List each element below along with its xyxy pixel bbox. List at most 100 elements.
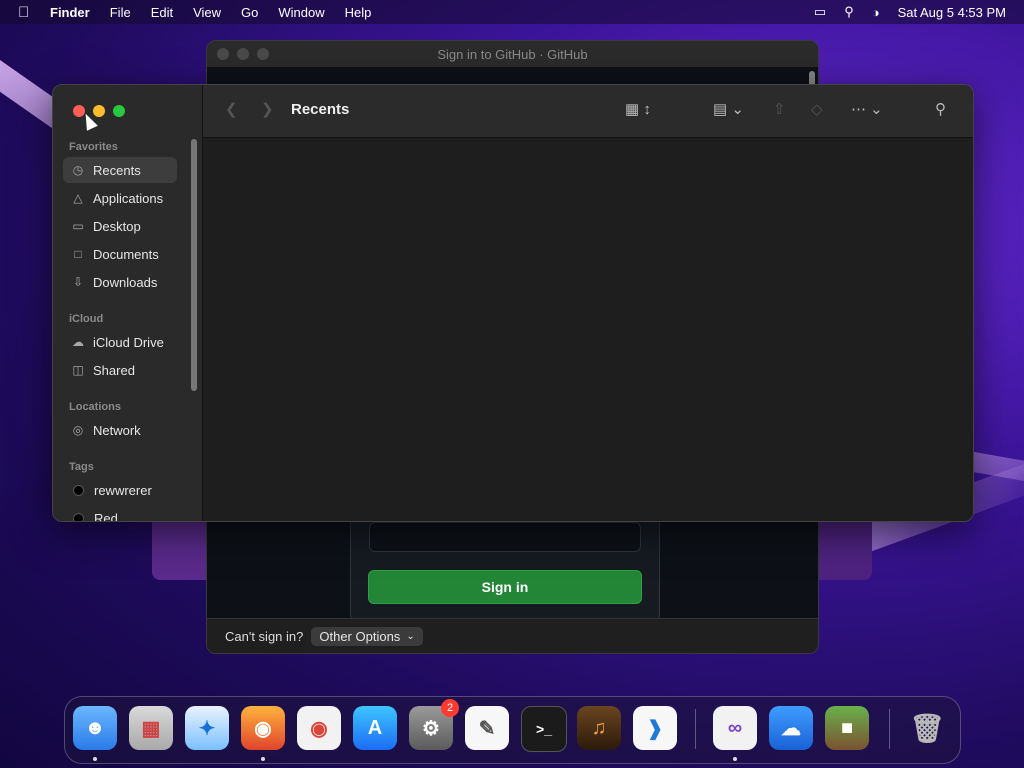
other-options-label: Other Options bbox=[319, 628, 401, 644]
clock-icon: ◷ bbox=[72, 163, 84, 177]
sidebar-header-tags: Tags bbox=[69, 461, 94, 473]
view-mode-grid-icon[interactable]: ▦ ↕ bbox=[625, 100, 651, 118]
search-icon[interactable]: ⚲ bbox=[935, 100, 946, 118]
share-icon[interactable]: ⇧ bbox=[773, 100, 786, 118]
finder-toolbar: ❮ ❯ Recents ▦ ↕ ▤ ⌄ ⇧ ◇ ⋯ ⌄ ⚲ bbox=[203, 85, 973, 138]
apple-menu-icon[interactable]:  bbox=[18, 4, 36, 21]
sidebar-header-locations: Locations bbox=[69, 401, 121, 413]
firefox-icon[interactable]: ◉ bbox=[241, 706, 285, 750]
github-window-title: Sign in to GitHub · GitHub bbox=[437, 46, 588, 62]
garageband-icon[interactable]: ♫ bbox=[577, 706, 621, 750]
running-indicator bbox=[261, 757, 265, 761]
finder-sidebar: Favorites ◷ Recents △ Applications ▭ Des… bbox=[53, 85, 203, 521]
safari-icon[interactable]: ✦ bbox=[185, 706, 229, 750]
minimize-icon[interactable] bbox=[237, 48, 249, 60]
password-field[interactable] bbox=[369, 522, 641, 552]
github-titlebar[interactable]: Sign in to GitHub · GitHub bbox=[207, 41, 818, 67]
group-by-icon[interactable]: ▤ ⌄ bbox=[713, 100, 744, 118]
menu-go[interactable]: Go bbox=[241, 5, 258, 20]
signin-form: Sign in bbox=[350, 511, 660, 621]
cant-signin-label: Can't sign in? bbox=[225, 628, 304, 644]
finder-icon[interactable]: ☻ bbox=[73, 706, 117, 750]
globe-icon: ◎ bbox=[72, 423, 84, 437]
forward-icon[interactable]: ❯ bbox=[261, 100, 274, 118]
close-icon[interactable] bbox=[217, 48, 229, 60]
screen-mirroring-icon[interactable]: ▭ bbox=[814, 4, 826, 20]
sidebar-tag-red[interactable]: Red bbox=[63, 505, 177, 522]
menu-edit[interactable]: Edit bbox=[151, 5, 173, 20]
menu-help[interactable]: Help bbox=[345, 5, 372, 20]
sidebar-item-label: rewwrerer bbox=[94, 482, 152, 498]
file-list-area[interactable] bbox=[203, 138, 973, 521]
background-window-edge bbox=[817, 520, 872, 580]
sidebar-item-network[interactable]: ◎ Network bbox=[63, 417, 177, 443]
tag-icon[interactable]: ◇ bbox=[811, 100, 823, 118]
dock-separator bbox=[695, 709, 696, 749]
running-indicator bbox=[93, 757, 97, 761]
chrome-icon[interactable]: ◉ bbox=[297, 706, 341, 750]
menu-window[interactable]: Window bbox=[278, 5, 324, 20]
trash-icon[interactable]: 🗑 bbox=[905, 706, 949, 750]
running-indicator bbox=[733, 757, 737, 761]
desktop-icon: ▭ bbox=[72, 219, 84, 233]
cloud-icon: ☁ bbox=[72, 335, 84, 349]
spotlight-search-icon[interactable]: ⚲ bbox=[844, 4, 854, 20]
sidebar-item-downloads[interactable]: ⇩ Downloads bbox=[63, 269, 177, 295]
sidebar-item-label: Shared bbox=[93, 362, 135, 378]
menu-view[interactable]: View bbox=[193, 5, 221, 20]
sidebar-item-shared[interactable]: ◫ Shared bbox=[63, 357, 177, 383]
sidebar-item-applications[interactable]: △ Applications bbox=[63, 185, 177, 211]
sidebar-item-label: Documents bbox=[93, 246, 159, 262]
menu-file[interactable]: File bbox=[110, 5, 131, 20]
download-icon: ⇩ bbox=[72, 275, 84, 289]
terminal-icon[interactable]: >_ bbox=[521, 706, 567, 752]
finder-window: Favorites ◷ Recents △ Applications ▭ Des… bbox=[52, 84, 974, 522]
sidebar-scrollbar[interactable] bbox=[191, 139, 197, 391]
sidebar-item-label: Downloads bbox=[93, 274, 158, 290]
menu-bar:  Finder File Edit View Go Window Help ▭… bbox=[0, 0, 1024, 24]
github-footer: Can't sign in? Other Options ⌄ bbox=[207, 618, 818, 653]
sidebar-item-desktop[interactable]: ▭ Desktop bbox=[63, 213, 177, 239]
minecraft-icon[interactable]: ■ bbox=[825, 706, 869, 750]
applications-icon: △ bbox=[73, 191, 83, 205]
more-actions-icon[interactable]: ⋯ ⌄ bbox=[851, 100, 883, 118]
sidebar-item-label: Network bbox=[93, 422, 141, 438]
document-icon: □ bbox=[74, 247, 82, 261]
other-options-dropdown[interactable]: Other Options ⌄ bbox=[311, 626, 423, 646]
sidebar-tag-rewwrerer[interactable]: rewwrerer bbox=[63, 477, 177, 503]
sidebar-item-label: iCloud Drive bbox=[93, 334, 164, 350]
github-window-controls bbox=[217, 48, 269, 60]
back-icon[interactable]: ❮ bbox=[225, 100, 238, 118]
sidebar-header-favorites: Favorites bbox=[69, 141, 118, 153]
window-title: Recents bbox=[291, 101, 350, 118]
dock-separator bbox=[889, 709, 890, 749]
launchpad-icon[interactable]: ▦ bbox=[129, 706, 173, 750]
shared-folder-icon: ◫ bbox=[72, 363, 84, 377]
sidebar-item-label: Applications bbox=[93, 190, 164, 206]
textedit-icon[interactable]: ✎ bbox=[465, 706, 509, 750]
tag-color-dot bbox=[73, 512, 84, 521]
sidebar-item-icloud-drive[interactable]: ☁ iCloud Drive bbox=[63, 329, 177, 355]
sidebar-item-label: Desktop bbox=[93, 218, 141, 234]
sidebar-item-label: Red bbox=[94, 510, 118, 522]
maximize-icon[interactable] bbox=[257, 48, 269, 60]
tag-color-dot bbox=[73, 484, 84, 496]
sidebar-item-recents[interactable]: ◷ Recents bbox=[63, 157, 177, 183]
clock-datetime[interactable]: Sat Aug 5 4:53 PM bbox=[898, 5, 1006, 20]
menu-app-name[interactable]: Finder bbox=[50, 5, 90, 20]
sidebar-item-documents[interactable]: □ Documents bbox=[63, 241, 177, 267]
signin-button[interactable]: Sign in bbox=[368, 570, 642, 604]
background-window-edge bbox=[152, 520, 206, 580]
minimize-icon[interactable] bbox=[93, 105, 105, 117]
fullscreen-icon[interactable] bbox=[113, 105, 125, 117]
notification-badge: 2 bbox=[441, 699, 459, 717]
app-store-icon[interactable]: A bbox=[353, 706, 397, 750]
chevron-down-icon: ⌄ bbox=[406, 630, 415, 642]
sidebar-item-label: Recents bbox=[93, 162, 141, 178]
dock: ☻ ▦ ✦ ◉ ◉ A ⚙ 2 ✎ >_ ♫ ❱ ∞ ☁ ■ 🗑 bbox=[64, 696, 961, 764]
sidebar-header-icloud: iCloud bbox=[69, 313, 104, 325]
visual-studio-icon[interactable]: ∞ bbox=[713, 706, 757, 750]
control-center-icon[interactable]: ◑ bbox=[872, 5, 880, 20]
vscode-icon[interactable]: ❱ bbox=[633, 706, 677, 750]
weather-icon[interactable]: ☁ bbox=[769, 706, 813, 750]
